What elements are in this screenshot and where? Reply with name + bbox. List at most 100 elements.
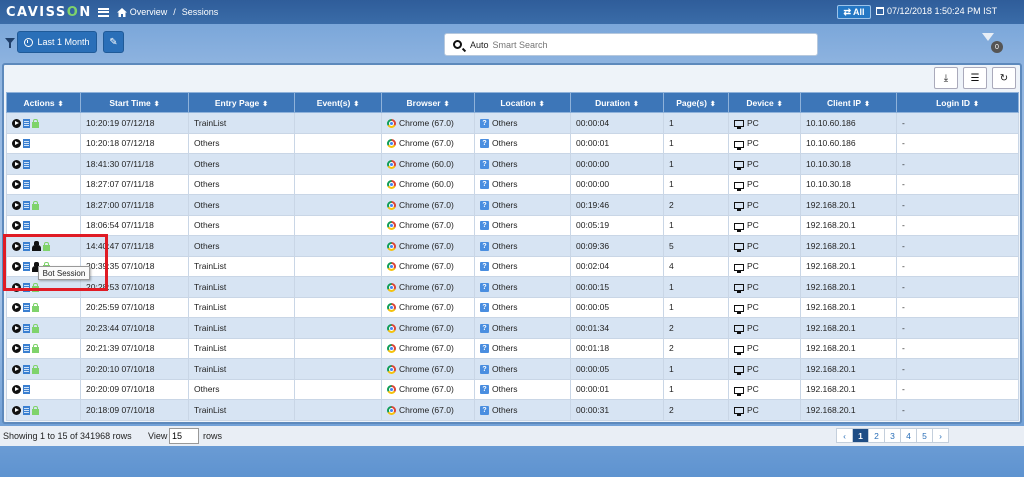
columns-button[interactable]: ☰	[963, 67, 987, 89]
session-detail-icon[interactable]	[23, 200, 30, 210]
sort-icon[interactable]: ⬍	[864, 101, 870, 108]
bot-session-icon[interactable]	[32, 241, 41, 252]
table-row[interactable]: 20:20:09 07/10/18 Others Chrome (67.0)? Oth…	[6, 378, 1019, 400]
time-period-button[interactable]: Last 1 Month	[17, 31, 97, 53]
hamburger-menu-icon[interactable]	[97, 7, 109, 17]
column-header-browser[interactable]: Browser ⬍	[381, 92, 475, 113]
session-detail-icon[interactable]	[23, 180, 30, 190]
session-detail-icon[interactable]	[23, 118, 30, 128]
sort-icon[interactable]: ⬍	[444, 101, 450, 108]
sort-icon[interactable]: ⬍	[633, 101, 639, 108]
session-detail-icon[interactable]	[23, 405, 30, 415]
pager-page-4[interactable]: 4	[900, 428, 917, 443]
play-session-icon[interactable]	[12, 323, 21, 333]
home-icon[interactable]	[116, 7, 127, 17]
table-row[interactable]: 20:18:09 07/10/18 TrainList Chrome (67.0)?…	[6, 399, 1019, 421]
table-row[interactable]: 20:23:44 07/10/18 TrainList Chrome (67.0)?…	[6, 317, 1019, 339]
table-row[interactable]: 20:20:10 07/10/18 TrainList Chrome (67.0)?…	[6, 358, 1019, 380]
table-row[interactable]: 20:21:39 07/10/18 TrainList Chrome (67.0)?…	[6, 337, 1019, 359]
pager-page-3[interactable]: 3	[884, 428, 901, 443]
edit-button[interactable]: ✎	[103, 31, 124, 53]
session-detail-icon[interactable]	[23, 344, 30, 354]
table-row[interactable]: 10:20:18 07/12/18 Others Chrome (67.0)? Oth…	[6, 132, 1019, 154]
all-button[interactable]: ⇄ All	[837, 5, 871, 19]
sort-icon[interactable]: ⬍	[58, 101, 64, 108]
pager-next-button[interactable]: ›	[932, 428, 949, 443]
column-header-actions[interactable]: Actions ⬍	[6, 92, 81, 113]
table-row[interactable]: 18:06:54 07/11/18 Others Chrome (67.0)? Oth…	[6, 214, 1019, 236]
calendar-icon	[876, 7, 884, 15]
cell-events	[294, 296, 382, 318]
session-detail-icon[interactable]	[23, 262, 30, 272]
cell-entry-page: TrainList	[188, 317, 295, 339]
play-session-icon[interactable]	[12, 159, 21, 169]
cell-start-time: 18:06:54 07/11/18	[80, 214, 189, 236]
rows-per-page-input[interactable]	[169, 428, 199, 444]
column-header-device[interactable]: Device ⬍	[728, 92, 801, 113]
sort-icon[interactable]: ⬍	[539, 101, 545, 108]
play-session-icon[interactable]	[12, 282, 21, 292]
session-detail-icon[interactable]	[23, 364, 30, 374]
play-session-icon[interactable]	[12, 385, 21, 395]
pager-page-2[interactable]: 2	[868, 428, 885, 443]
cell-entry-page: TrainList	[188, 358, 295, 380]
table-row[interactable]: 14:40:47 07/11/18 Others Chrome (67.0)? Oth…	[6, 235, 1019, 257]
session-detail-icon[interactable]	[23, 139, 30, 149]
pager-page-1[interactable]: 1	[852, 428, 869, 443]
cell-pages: 1	[663, 214, 729, 236]
table-row[interactable]: 18:27:00 07/11/18 Others Chrome (67.0)? Oth…	[6, 194, 1019, 216]
play-session-icon[interactable]	[12, 364, 21, 374]
table-row[interactable]: 18:27:07 07/11/18 Others Chrome (60.0)? Oth…	[6, 173, 1019, 195]
play-session-icon[interactable]	[12, 139, 21, 149]
session-detail-icon[interactable]	[23, 282, 30, 292]
refresh-button[interactable]: ↻	[992, 67, 1016, 89]
table-row[interactable]: 18:41:30 07/11/18 Others Chrome (60.0)? Oth…	[6, 153, 1019, 175]
sort-icon[interactable]: ⬍	[973, 101, 979, 108]
monitor-icon	[734, 407, 744, 416]
play-session-icon[interactable]	[12, 221, 21, 231]
cell-actions	[6, 173, 81, 195]
play-session-icon[interactable]	[12, 303, 21, 313]
column-header-login-id[interactable]: Login ID ⬍	[896, 92, 1019, 113]
sort-icon[interactable]: ⬍	[353, 101, 359, 108]
play-session-icon[interactable]	[12, 241, 21, 251]
session-detail-icon[interactable]	[23, 241, 30, 251]
sort-icon[interactable]: ⬍	[777, 101, 783, 108]
table-row[interactable]: 20:39:35 07/10/18 TrainList Chrome (67.0)?…	[6, 255, 1019, 277]
play-session-icon[interactable]	[12, 344, 21, 354]
table-row[interactable]: 20:28:53 07/10/18 TrainList Chrome (67.0)?…	[6, 276, 1019, 298]
smart-search-input[interactable]	[492, 39, 793, 50]
table-row[interactable]: 10:20:19 07/12/18 TrainList Chrome (67.0)?…	[6, 112, 1019, 134]
column-header-event-s[interactable]: Event(s) ⬍	[294, 92, 382, 113]
filter-icon[interactable]	[5, 38, 15, 48]
pager-page-5[interactable]: 5	[916, 428, 933, 443]
session-detail-icon[interactable]	[23, 159, 30, 169]
play-session-icon[interactable]	[12, 405, 21, 415]
play-session-icon[interactable]	[12, 200, 21, 210]
cell-actions	[6, 358, 81, 380]
column-header-start-time[interactable]: Start Time ⬍	[80, 92, 189, 113]
play-session-icon[interactable]	[12, 118, 21, 128]
column-header-entry-page[interactable]: Entry Page ⬍	[188, 92, 295, 113]
active-filters-icon[interactable]	[982, 33, 994, 41]
cell-login-id: -	[896, 173, 1019, 195]
sort-icon[interactable]: ⬍	[710, 101, 716, 108]
download-button[interactable]: ⤓	[934, 67, 958, 89]
column-header-location[interactable]: Location ⬍	[474, 92, 571, 113]
session-detail-icon[interactable]	[23, 385, 30, 395]
column-header-page-s[interactable]: Page(s) ⬍	[663, 92, 729, 113]
session-detail-icon[interactable]	[23, 303, 30, 313]
session-detail-icon[interactable]	[23, 323, 30, 333]
play-session-icon[interactable]	[12, 262, 21, 272]
breadcrumb-overview[interactable]: Overview	[130, 7, 168, 17]
table-row[interactable]: 20:25:59 07/10/18 TrainList Chrome (67.0)?…	[6, 296, 1019, 318]
column-header-duration[interactable]: Duration ⬍	[570, 92, 664, 113]
sort-icon[interactable]: ⬍	[262, 101, 268, 108]
smart-search-box[interactable]: Auto	[444, 33, 818, 56]
cell-browser: Chrome (67.0)	[381, 399, 475, 421]
column-header-client-ip[interactable]: Client IP ⬍	[800, 92, 897, 113]
sort-icon[interactable]: ⬍	[154, 101, 160, 108]
session-detail-icon[interactable]	[23, 221, 30, 231]
pager-prev-button[interactable]: ‹	[836, 428, 853, 443]
play-session-icon[interactable]	[12, 180, 21, 190]
